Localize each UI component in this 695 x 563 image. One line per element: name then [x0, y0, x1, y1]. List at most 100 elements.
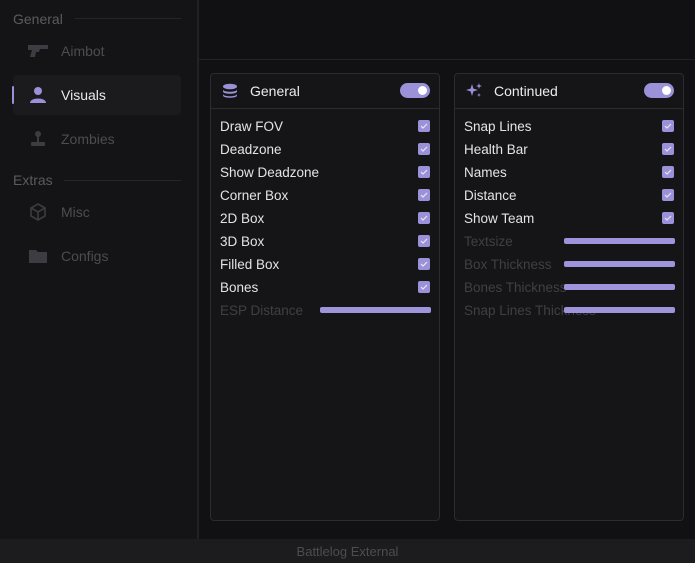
check-icon: [664, 146, 672, 152]
option-row: Corner Box: [211, 184, 439, 207]
sidebar-item-misc[interactable]: Misc: [13, 192, 181, 232]
slider-box-thickness[interactable]: [564, 261, 675, 267]
option-label: 2D Box: [220, 211, 265, 226]
slider-bones-thickness[interactable]: [564, 284, 675, 290]
check-icon: [664, 169, 672, 175]
check-icon: [664, 192, 672, 198]
checkbox-health-bar[interactable]: [662, 143, 674, 155]
sidebar-item-label: Aimbot: [61, 43, 105, 59]
checkbox-names[interactable]: [662, 166, 674, 178]
checkbox-3d-box[interactable]: [418, 235, 430, 247]
option-label: Distance: [464, 188, 517, 203]
slider-label: ESP Distance: [220, 303, 304, 318]
option-row: Draw FOV: [211, 115, 439, 138]
checkbox-snap-lines[interactable]: [662, 120, 674, 132]
option-label: Deadzone: [220, 142, 282, 157]
check-icon: [664, 215, 672, 221]
option-label: Health Bar: [464, 142, 528, 157]
checkbox-draw-fov[interactable]: [418, 120, 430, 132]
checkbox-bones[interactable]: [418, 281, 430, 293]
panel-title: Continued: [494, 83, 558, 99]
top-bar: [199, 0, 695, 60]
sidebar-item-label: Configs: [61, 248, 109, 264]
sidebar-section-divider: [75, 18, 181, 19]
checkbox-show-team[interactable]: [662, 212, 674, 224]
slider-label: Bones Thickness: [464, 280, 567, 295]
option-label: 3D Box: [220, 234, 265, 249]
option-row: 3D Box: [211, 230, 439, 253]
slider-esp-distance[interactable]: [320, 307, 431, 313]
slider-label: Textsize: [464, 234, 513, 249]
check-icon: [420, 261, 428, 267]
check-icon: [420, 123, 428, 129]
option-row: Snap Lines: [455, 115, 683, 138]
option-row: Show Team: [455, 207, 683, 230]
option-label: Names: [464, 165, 507, 180]
sidebar-item-label: Visuals: [61, 87, 106, 103]
sidebar-section-divider: [64, 180, 181, 181]
check-icon: [420, 215, 428, 221]
panel-header: General: [211, 74, 439, 109]
panel-general: General Draw FOV Deadzone Show Deadzone …: [210, 73, 440, 521]
sparkles-icon: [465, 82, 483, 100]
slider-row: ESP Distance: [211, 299, 439, 322]
option-label: Bones: [220, 280, 259, 295]
option-row: Health Bar: [455, 138, 683, 161]
database-icon: [221, 82, 239, 100]
option-label: Show Deadzone: [220, 165, 320, 180]
sidebar-item-configs[interactable]: Configs: [13, 236, 181, 276]
slider-row: Textsize: [455, 230, 683, 253]
joystick-icon: [27, 128, 49, 150]
option-row: Deadzone: [211, 138, 439, 161]
option-row: Distance: [455, 184, 683, 207]
panel-toggle[interactable]: [400, 83, 430, 98]
slider-snap-lines-thickness[interactable]: [564, 307, 675, 313]
user-icon: [27, 84, 49, 106]
slider-row: Box Thickness: [455, 253, 683, 276]
panel-title: General: [250, 83, 300, 99]
sidebar-item-aimbot[interactable]: Aimbot: [13, 31, 181, 71]
toggle-knob: [662, 86, 671, 95]
check-icon: [420, 192, 428, 198]
folder-icon: [27, 245, 49, 267]
panel-options: Snap Lines Health Bar Names Distance Sho…: [455, 109, 683, 322]
panel-header: Continued: [455, 74, 683, 109]
check-icon: [420, 146, 428, 152]
panel-continued: Continued Snap Lines Health Bar Names Di…: [454, 73, 684, 521]
slider-row: Bones Thickness: [455, 276, 683, 299]
option-label: Draw FOV: [220, 119, 284, 134]
panel-options: Draw FOV Deadzone Show Deadzone Corner B…: [211, 109, 439, 322]
check-icon: [420, 169, 428, 175]
check-icon: [664, 123, 672, 129]
check-icon: [420, 284, 428, 290]
gun-icon: [27, 40, 49, 62]
sidebar-item-visuals[interactable]: Visuals: [12, 75, 181, 115]
checkbox-2d-box[interactable]: [418, 212, 430, 224]
active-indicator: [12, 86, 14, 104]
checkbox-distance[interactable]: [662, 189, 674, 201]
sidebar-item-label: Misc: [61, 204, 90, 220]
sidebar-item-zombies[interactable]: Zombies: [13, 119, 181, 159]
sidebar: General Aimbot Visuals Zombies Extras Mi…: [0, 0, 197, 539]
footer: Battlelog External: [0, 539, 695, 563]
sidebar-section-general: General: [13, 11, 63, 27]
option-label: Corner Box: [220, 188, 289, 203]
option-label: Snap Lines: [464, 119, 532, 134]
checkbox-show-deadzone[interactable]: [418, 166, 430, 178]
checkbox-filled-box[interactable]: [418, 258, 430, 270]
option-label: Filled Box: [220, 257, 280, 272]
option-label: Show Team: [464, 211, 535, 226]
slider-label: Box Thickness: [464, 257, 552, 272]
panel-toggle[interactable]: [644, 83, 674, 98]
option-row: 2D Box: [211, 207, 439, 230]
cube-icon: [27, 201, 49, 223]
option-row: Names: [455, 161, 683, 184]
checkbox-deadzone[interactable]: [418, 143, 430, 155]
footer-title: Battlelog External: [296, 543, 399, 559]
option-row: Show Deadzone: [211, 161, 439, 184]
slider-row: Snap Lines Thickness: [455, 299, 683, 322]
slider-textsize[interactable]: [564, 238, 675, 244]
sidebar-section-extras: Extras: [13, 172, 53, 188]
checkbox-corner-box[interactable]: [418, 189, 430, 201]
sidebar-item-label: Zombies: [61, 131, 115, 147]
